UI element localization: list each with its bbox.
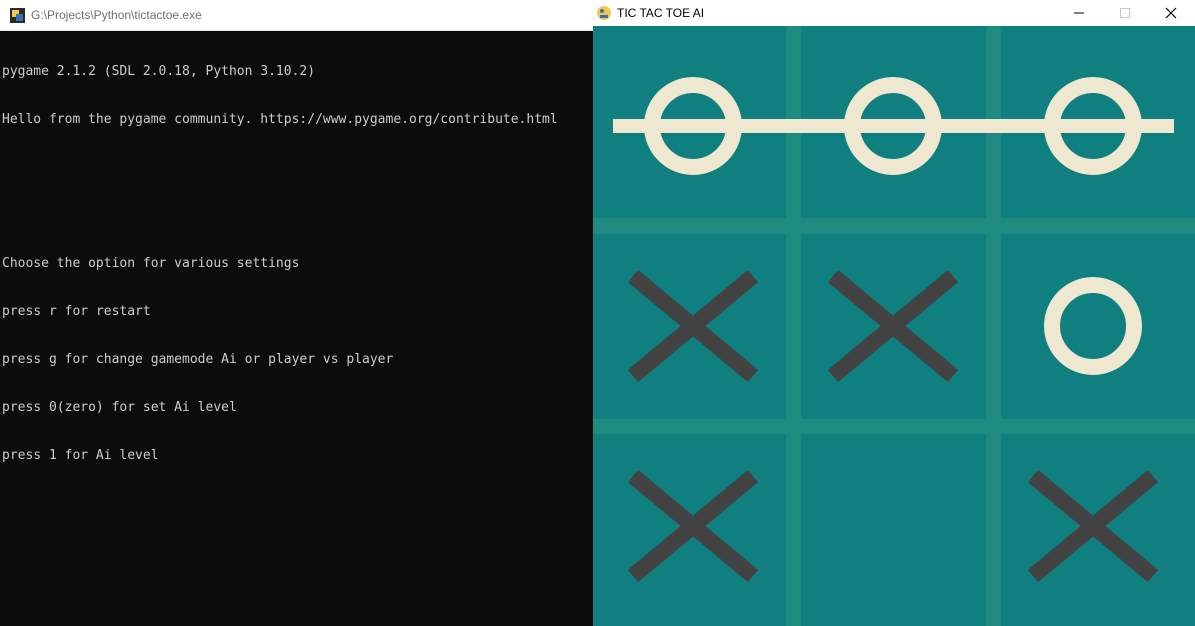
- console-titlebar[interactable]: G:\Projects\Python\tictactoe.exe: [0, 0, 593, 31]
- console-line: pygame 2.1.2 (SDL 2.0.18, Python 3.10.2): [2, 64, 316, 79]
- board-cell[interactable]: [1001, 434, 1195, 626]
- board-cell[interactable]: [593, 234, 786, 419]
- o-mark: [1044, 277, 1142, 375]
- close-button[interactable]: [1148, 0, 1194, 26]
- game-titlebar[interactable]: TIC TAC TOE AI: [593, 0, 1195, 26]
- console-line: Hello from the pygame community. https:/…: [2, 112, 558, 127]
- board-cell[interactable]: [593, 434, 786, 626]
- minimize-button[interactable]: [1056, 0, 1102, 26]
- game-title: TIC TAC TOE AI: [617, 6, 705, 20]
- board-cell[interactable]: [801, 434, 986, 626]
- x-mark: [627, 269, 759, 383]
- x-mark: [627, 469, 759, 583]
- game-board: [593, 26, 1195, 626]
- board-cell[interactable]: [801, 234, 986, 419]
- minimize-icon: [1074, 12, 1084, 14]
- x-mark: [1027, 469, 1159, 583]
- maximize-button[interactable]: [1102, 0, 1148, 26]
- console-title: G:\Projects\Python\tictactoe.exe: [31, 8, 202, 22]
- pygame-snake-icon: [596, 5, 612, 21]
- x-mark: [827, 269, 959, 383]
- python-icon: [10, 8, 25, 23]
- console-line: press r for restart: [2, 304, 151, 319]
- game-window: TIC TAC TOE AI: [593, 0, 1195, 626]
- console-line: press 1 for Ai level: [2, 448, 159, 463]
- console-line: Choose the option for various settings: [2, 256, 300, 271]
- board-cell[interactable]: [1001, 234, 1195, 419]
- console-output: pygame 2.1.2 (SDL 2.0.18, Python 3.10.2)…: [2, 32, 592, 496]
- maximize-icon: [1120, 8, 1130, 18]
- close-icon: [1165, 7, 1177, 19]
- console-window: G:\Projects\Python\tictactoe.exe pygame …: [0, 0, 593, 626]
- console-line: press 0(zero) for set Ai level: [2, 400, 237, 415]
- winning-line: [613, 119, 1174, 133]
- console-line: press g for change gamemode Ai or player…: [2, 352, 394, 367]
